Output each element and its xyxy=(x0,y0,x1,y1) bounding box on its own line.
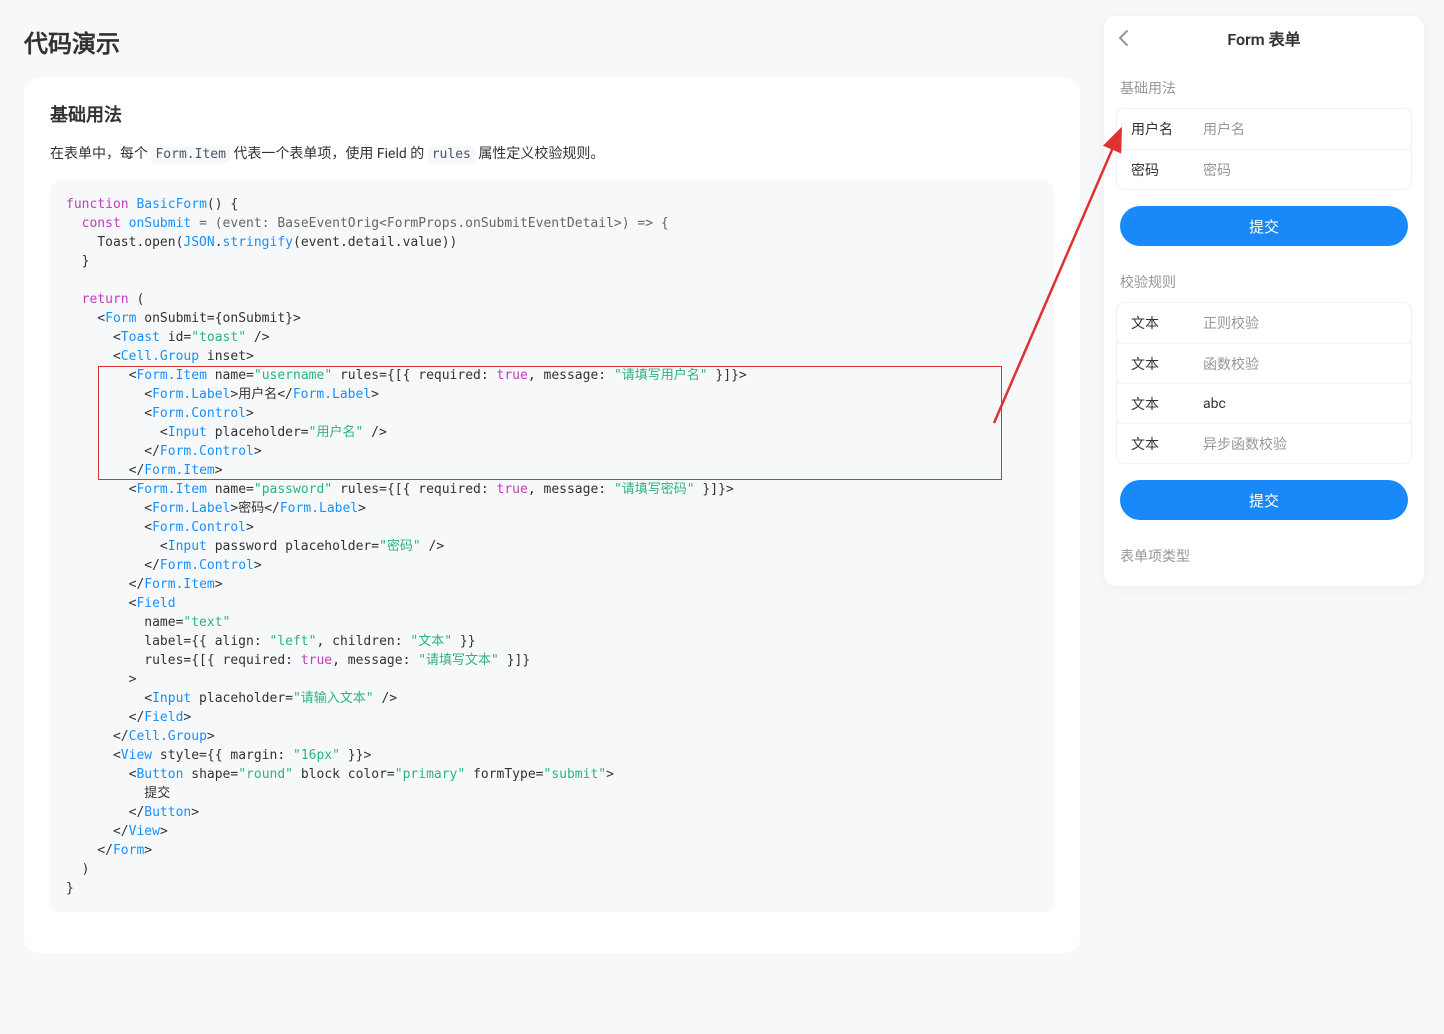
field-placeholder[interactable]: 正则校验 xyxy=(1203,313,1397,333)
submit-button-2[interactable]: 提交 xyxy=(1120,480,1408,520)
phone-section-title-3: 表单项类型 xyxy=(1104,528,1424,576)
desc-text: 代表一个表单项，使用 Field 的 xyxy=(233,146,427,162)
form-field-row[interactable]: 文本 异步函数校验 xyxy=(1117,423,1411,463)
field-placeholder[interactable]: 用户名 xyxy=(1203,119,1397,139)
code-block: function BasicForm() { const onSubmit = … xyxy=(50,181,1054,912)
form-field-row[interactable]: 密码 密码 xyxy=(1117,149,1411,189)
doc-card: 基础用法 在表单中，每个 Form.Item 代表一个表单项，使用 Field … xyxy=(24,77,1080,953)
section-heading: 基础用法 xyxy=(50,101,1054,127)
field-label: 密码 xyxy=(1131,160,1203,180)
desc-text: 在表单中，每个 xyxy=(50,146,151,162)
phone-column: Form 表单 基础用法 用户名 用户名 密码 密码 提交 校验规则 文本 正则… xyxy=(1104,16,1424,953)
phone-cell-group-2: 文本 正则校验 文本 函数校验 文本 abc 文本 异步函数校验 xyxy=(1116,302,1412,464)
phone-preview: Form 表单 基础用法 用户名 用户名 密码 密码 提交 校验规则 文本 正则… xyxy=(1104,16,1424,586)
inline-code-formitem: Form.Item xyxy=(151,146,229,163)
phone-cell-group-1: 用户名 用户名 密码 密码 xyxy=(1116,108,1412,190)
form-field-row[interactable]: 文本 abc xyxy=(1117,383,1411,423)
inline-code-rules: rules xyxy=(428,146,475,163)
code-highlight-box xyxy=(98,366,1002,480)
page-title: 代码演示 xyxy=(24,24,1080,59)
form-field-row[interactable]: 用户名 用户名 xyxy=(1117,109,1411,149)
desc-text: 属性定义校验规则。 xyxy=(478,146,604,162)
field-placeholder[interactable]: 异步函数校验 xyxy=(1203,434,1397,454)
field-label: 文本 xyxy=(1131,354,1203,374)
submit-button-1[interactable]: 提交 xyxy=(1120,206,1408,246)
phone-section-title-1: 基础用法 xyxy=(1104,60,1424,108)
doc-column: 代码演示 基础用法 在表单中，每个 Form.Item 代表一个表单项，使用 F… xyxy=(24,16,1080,953)
form-field-row[interactable]: 文本 函数校验 xyxy=(1117,343,1411,383)
phone-title: Form 表单 xyxy=(1227,26,1300,50)
back-icon[interactable] xyxy=(1112,26,1136,50)
form-field-row[interactable]: 文本 正则校验 xyxy=(1117,303,1411,343)
field-label: 文本 xyxy=(1131,394,1203,414)
field-label: 文本 xyxy=(1131,434,1203,454)
phone-section-title-2: 校验规则 xyxy=(1104,254,1424,302)
section-description: 在表单中，每个 Form.Item 代表一个表单项，使用 Field 的 rul… xyxy=(50,143,1054,163)
page-root: 代码演示 基础用法 在表单中，每个 Form.Item 代表一个表单项，使用 F… xyxy=(0,0,1444,973)
field-label: 文本 xyxy=(1131,313,1203,333)
field-value[interactable]: abc xyxy=(1203,396,1397,412)
field-placeholder[interactable]: 函数校验 xyxy=(1203,354,1397,374)
phone-header: Form 表单 xyxy=(1104,16,1424,60)
field-placeholder[interactable]: 密码 xyxy=(1203,160,1397,180)
field-label: 用户名 xyxy=(1131,119,1203,139)
